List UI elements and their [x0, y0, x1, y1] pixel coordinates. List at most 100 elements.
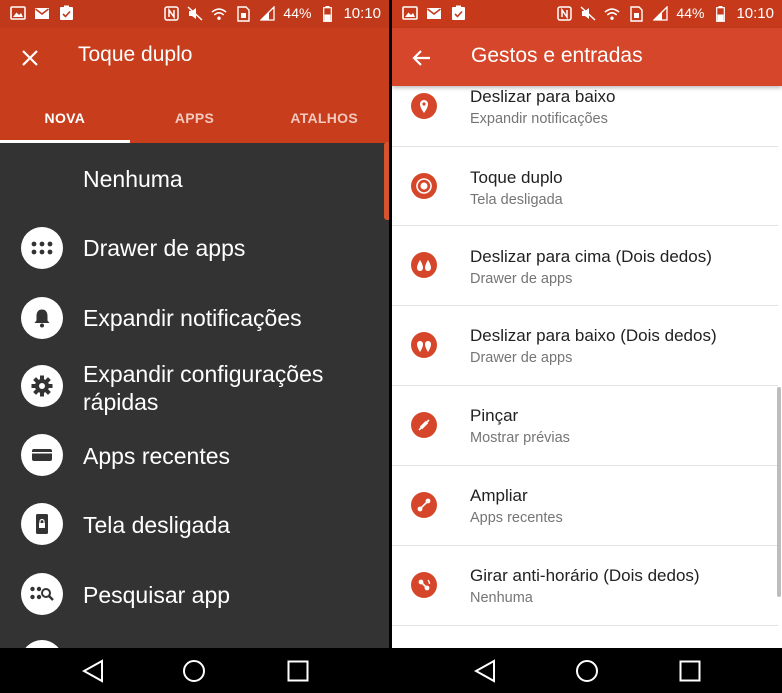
- list-item-ampliar[interactable]: Ampliar Apps recentes: [392, 466, 778, 546]
- list-item-label: Tela desligada: [83, 512, 231, 538]
- two-finger-swipe-up-icon: [411, 252, 437, 278]
- image-icon: [402, 5, 418, 21]
- list-item-label: Nenhuma: [83, 166, 183, 192]
- navigation-bar: [392, 648, 782, 693]
- battery-percent: 44%: [283, 5, 312, 21]
- nfc-icon: [556, 6, 572, 22]
- left-panel: 44% 10:10 Toque duplo NOVA APPS ATALHOS …: [0, 0, 389, 648]
- item-subtitle: Tela desligada: [470, 192, 563, 208]
- page-title: Gestos e entradas: [471, 44, 643, 67]
- tab-nova[interactable]: NOVA: [0, 92, 130, 143]
- scrollbar[interactable]: [777, 387, 781, 597]
- arrow-left-icon: [412, 50, 430, 66]
- nav-home-button[interactable]: [181, 658, 207, 684]
- gear-icon: [21, 365, 63, 407]
- list-item-label: Pesquisar app: [83, 582, 231, 608]
- double-tap-icon: [411, 173, 437, 199]
- battery-icon: [319, 5, 335, 22]
- item-title: Deslizar para baixo (Dois dedos): [470, 326, 717, 345]
- mute-icon: [187, 6, 203, 22]
- close-icon: [22, 50, 38, 66]
- page-title: Toque duplo: [78, 43, 193, 66]
- battery-percent: 44%: [676, 5, 705, 21]
- item-subtitle: Drawer de apps: [470, 350, 573, 366]
- list-item-apps-recentes[interactable]: Apps recentes: [0, 423, 389, 493]
- partial-item-icon: [21, 640, 63, 648]
- sim-icon: [235, 5, 251, 22]
- nav-back-button[interactable]: [472, 658, 498, 684]
- signal-icon: [652, 6, 668, 22]
- list-item-toque-duplo[interactable]: Toque duplo Tela desligada: [392, 147, 778, 226]
- clipboard-check-icon: [58, 5, 74, 21]
- list-item-label: Expandir notificações: [83, 305, 302, 331]
- item-subtitle: Mostrar prévias: [470, 430, 570, 446]
- screen-lock-icon: [21, 503, 63, 545]
- back-button[interactable]: [406, 42, 438, 74]
- wifi-icon: [604, 6, 620, 22]
- home-icon: [576, 660, 598, 682]
- item-title: Girar anti-horário (Dois dedos): [470, 566, 700, 585]
- nav-home-button[interactable]: [574, 658, 600, 684]
- item-title: Deslizar para baixo: [470, 87, 616, 106]
- apps-grid-icon: [21, 227, 63, 269]
- recent-apps-icon: [21, 434, 63, 476]
- navigation-bar: [0, 648, 389, 693]
- item-subtitle: Apps recentes: [470, 510, 563, 526]
- recents-icon: [287, 660, 309, 682]
- list-item-pesquisar-app[interactable]: Pesquisar app: [0, 563, 389, 633]
- tab-atalhos[interactable]: ATALHOS: [259, 92, 389, 143]
- back-icon: [82, 659, 103, 683]
- item-subtitle: Expandir notificações: [470, 111, 608, 127]
- swipe-down-icon: [411, 93, 437, 119]
- nfc-icon: [163, 6, 179, 22]
- tab-bar: NOVA APPS ATALHOS: [0, 92, 389, 143]
- item-subtitle: Drawer de apps: [470, 271, 573, 287]
- list-item-tela-desligada[interactable]: Tela desligada: [0, 493, 389, 563]
- item-title: Deslizar para cima (Dois dedos): [470, 247, 712, 266]
- battery-icon: [712, 5, 728, 22]
- wifi-icon: [211, 6, 227, 22]
- item-title: Ampliar: [470, 486, 528, 505]
- list-item-partial: [0, 633, 389, 648]
- clock: 10:10: [736, 5, 774, 22]
- list-item-girar-anti-horario[interactable]: Girar anti-horário (Dois dedos) Nenhuma: [392, 546, 778, 626]
- nav-back-button[interactable]: [80, 658, 106, 684]
- clock: 10:10: [343, 5, 381, 22]
- nav-recents-button[interactable]: [285, 658, 311, 684]
- spread-icon: [411, 492, 437, 518]
- signal-icon: [259, 6, 275, 22]
- two-finger-swipe-down-icon: [411, 332, 437, 358]
- mail-icon: [34, 5, 50, 21]
- list-item-drawer-de-apps[interactable]: Drawer de apps: [0, 213, 389, 283]
- list-item-deslizar-para-baixo-dois-dedos[interactable]: Deslizar para baixo (Dois dedos) Drawer …: [392, 306, 778, 386]
- status-bar: 44% 10:10: [0, 0, 389, 28]
- list-item-nenhuma[interactable]: Nenhuma: [0, 143, 389, 213]
- list-item-deslizar-para-cima-dois-dedos[interactable]: Deslizar para cima (Dois dedos) Drawer d…: [392, 226, 778, 306]
- mail-icon: [426, 5, 442, 21]
- list-item-pincar[interactable]: Pinçar Mostrar prévias: [392, 386, 778, 466]
- image-icon: [10, 5, 26, 21]
- tab-apps[interactable]: APPS: [130, 92, 260, 143]
- status-bar: 44% 10:10: [392, 0, 782, 28]
- rotate-ccw-icon: [411, 572, 437, 598]
- clipboard-check-icon: [450, 5, 466, 21]
- close-button[interactable]: [14, 42, 46, 74]
- left-app-bar: Toque duplo NOVA APPS ATALHOS: [0, 28, 389, 143]
- list-item-deslizar-para-baixo[interactable]: Deslizar para baixo Expandir notificaçõe…: [392, 86, 778, 147]
- item-title: Toque duplo: [470, 168, 563, 187]
- right-app-bar: Gestos e entradas: [392, 28, 782, 86]
- pinch-icon: [411, 412, 437, 438]
- sim-icon: [628, 5, 644, 22]
- mute-icon: [580, 6, 596, 22]
- home-icon: [183, 660, 205, 682]
- list-item-expandir-notificacoes[interactable]: Expandir notificações: [0, 283, 389, 353]
- list-item-expandir-configuracoes-rapidas[interactable]: Expandir configurações rápidas: [0, 353, 389, 423]
- recents-icon: [679, 660, 701, 682]
- nav-recents-button[interactable]: [677, 658, 703, 684]
- list-item-label: Apps recentes: [83, 443, 231, 469]
- bell-icon: [21, 297, 63, 339]
- search-apps-icon: [21, 573, 63, 615]
- list-item-label: Drawer de apps: [83, 235, 246, 261]
- back-icon: [474, 659, 495, 683]
- right-panel: 44% 10:10 Gestos e entradas Deslizar par…: [392, 0, 782, 648]
